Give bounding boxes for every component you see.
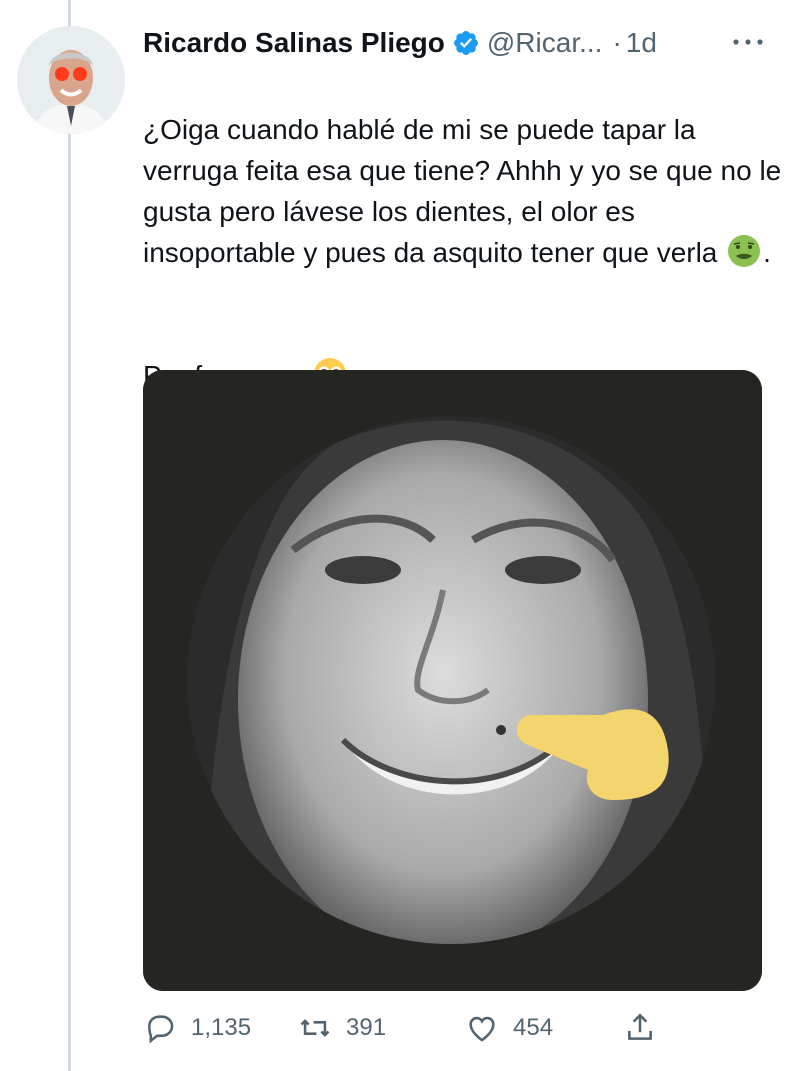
- reply-count: 1,135: [191, 1014, 252, 1041]
- display-name[interactable]: Ricardo Salinas Pliego: [143, 26, 445, 60]
- heart-icon: [469, 1016, 495, 1042]
- reply-button[interactable]: 1,135: [143, 1005, 251, 1051]
- nauseated-face-icon: [727, 234, 761, 268]
- tweet-text-period-1: .: [763, 237, 771, 268]
- retweet-icon: [300, 1019, 330, 1037]
- like-button[interactable]: 454: [465, 1005, 553, 1051]
- more-options-icon[interactable]: [728, 30, 768, 54]
- timestamp[interactable]: 1d: [626, 26, 657, 60]
- tweet-image[interactable]: [143, 370, 762, 991]
- user-handle[interactable]: @Ricar...: [487, 26, 603, 60]
- retweet-count: 391: [346, 1014, 387, 1041]
- retweet-button[interactable]: 391: [298, 1005, 386, 1051]
- reply-icon: [148, 1015, 174, 1044]
- avatar[interactable]: [17, 26, 125, 134]
- separator-dot: ·: [612, 27, 622, 58]
- tweet-text-body: ¿Oiga cuando hablé de mi se puede tapar …: [143, 114, 782, 268]
- share-icon: [628, 1013, 652, 1040]
- like-count: 454: [513, 1014, 554, 1041]
- verified-badge-icon: [452, 29, 480, 57]
- tweet-header: Ricardo Salinas Pliego @Ricar... · 1d: [143, 26, 657, 60]
- tweet-paragraph-1: ¿Oiga cuando hablé de mi se puede tapar …: [143, 109, 783, 273]
- tweet-actions: 1,135 391 454: [143, 1005, 783, 1051]
- share-button[interactable]: [623, 1005, 657, 1051]
- thread-line: [68, 0, 71, 1071]
